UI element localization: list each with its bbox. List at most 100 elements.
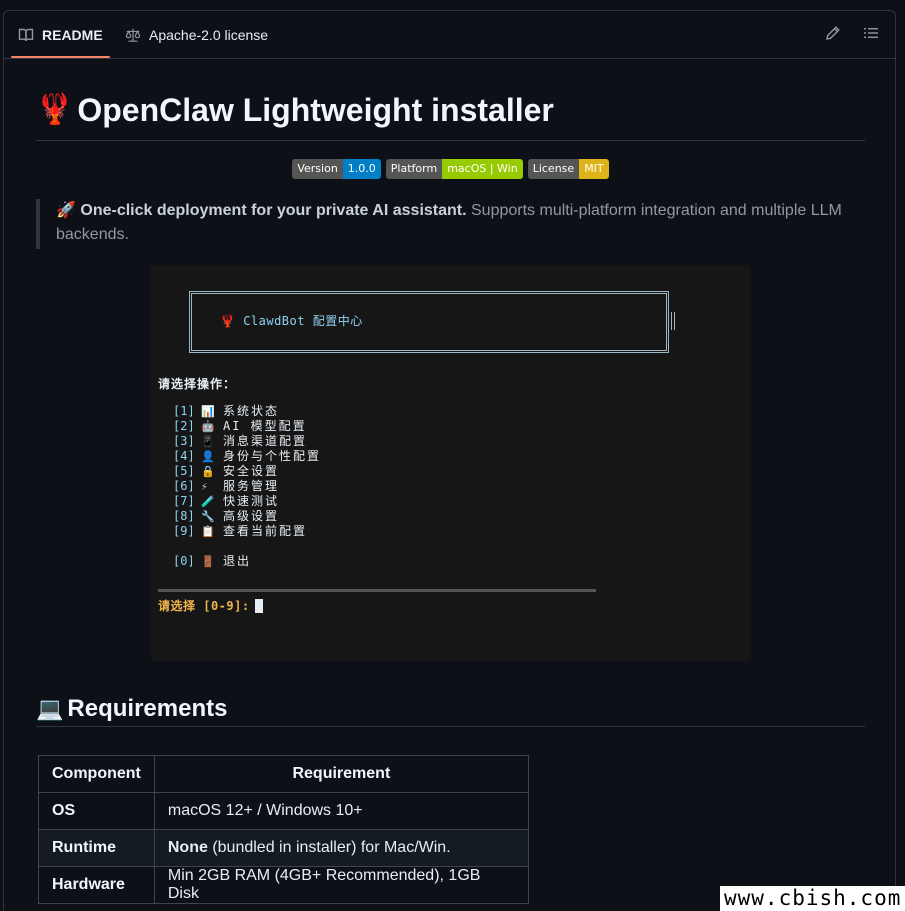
badge-label: License bbox=[527, 159, 580, 179]
terminal-menu: [1] 📊 系统状态 [2] 🤖 AI 模型配置 [3] 📱 消息渠道配置 [4] 👤 身份与个… bbox=[173, 404, 321, 569]
menu-item: [1] 📊 系统状态 bbox=[173, 404, 321, 419]
menu-item-label: 服务管理 bbox=[223, 479, 280, 493]
terminal-cursor bbox=[254, 598, 263, 613]
menu-item-number: [4] bbox=[173, 449, 195, 463]
readme-tabbar: README Apache-2.0 license bbox=[4, 11, 895, 59]
menu-item-label: 退出 bbox=[223, 554, 252, 568]
table-header-requirement: Requirement bbox=[153, 755, 529, 793]
table-cell-requirement: None (bundled in installer) for Mac/Win. bbox=[153, 829, 529, 867]
rocket-icon: 🚀 bbox=[56, 202, 76, 219]
clipboard-icon: 📋 bbox=[201, 525, 215, 538]
menu-item-number: [3] bbox=[173, 434, 195, 448]
table-row: OS macOS 12+ / Windows 10+ bbox=[38, 792, 529, 830]
requirement-text: Min 2GB RAM (4GB+ Recommended), 1GB Disk bbox=[167, 867, 481, 902]
terminal-screenshot: 🦞 ClawdBot 配置中心 请选择操作： [1] 📊 系统状态 [2] 🤖 AI 模… bbox=[151, 265, 751, 661]
table-header-component: Component bbox=[38, 755, 155, 793]
menu-item-number: [8] bbox=[173, 509, 195, 523]
menu-item-number: [1] bbox=[173, 404, 195, 418]
menu-item-number: [2] bbox=[173, 419, 195, 433]
menu-item: [5] 🔒 安全设置 bbox=[173, 464, 321, 479]
table-row: Runtime None (bundled in installer) for … bbox=[38, 829, 529, 867]
tab-license[interactable]: Apache-2.0 license bbox=[125, 11, 268, 59]
robot-icon: 🤖 bbox=[201, 420, 215, 433]
terminal-title-text: ClawdBot 配置中心 bbox=[243, 314, 363, 328]
lobster-icon: 🦞 bbox=[36, 93, 74, 126]
table-cell-requirement: macOS 12+ / Windows 10+ bbox=[153, 792, 529, 830]
table-cell-component: Hardware bbox=[38, 866, 155, 904]
laptop-icon: 💻 bbox=[36, 695, 64, 721]
lock-icon: 🔒 bbox=[201, 465, 215, 478]
menu-item: [2] 🤖 AI 模型配置 bbox=[173, 419, 321, 434]
page-title-text: OpenClaw Lightweight installer bbox=[77, 92, 554, 128]
lightning-icon: ⚡ bbox=[201, 480, 208, 493]
intro-blockquote: 🚀 One-click deployment for your private … bbox=[36, 199, 865, 249]
badge-value: 1.0.0 bbox=[342, 159, 381, 179]
menu-item: [7] 🧪 快速测试 bbox=[173, 494, 321, 509]
menu-item-number: [7] bbox=[173, 494, 195, 508]
table-cell-component: Runtime bbox=[38, 829, 155, 867]
test-tube-icon: 🧪 bbox=[201, 495, 215, 508]
person-icon: 👤 bbox=[201, 450, 215, 463]
table-header-row: Component Requirement bbox=[38, 755, 529, 793]
phone-icon: 📱 bbox=[201, 435, 215, 448]
table-row: Hardware Min 2GB RAM (4GB+ Recommended),… bbox=[38, 866, 529, 904]
readme-panel: README Apache-2.0 license 🦞 OpenClaw Lig… bbox=[3, 10, 896, 911]
requirements-heading-text: Requirements bbox=[67, 694, 228, 722]
door-icon: 🚪 bbox=[201, 555, 215, 568]
quote-bold-text: One-click deployment for your private AI… bbox=[80, 202, 467, 219]
active-tab-indicator bbox=[11, 56, 110, 58]
menu-item: [9] 📋 查看当前配置 bbox=[173, 524, 321, 539]
badge-value: MIT bbox=[579, 159, 609, 179]
menu-item: [6] ⚡ 服务管理 bbox=[173, 479, 321, 494]
menu-item: [3] 📱 消息渠道配置 bbox=[173, 434, 321, 449]
menu-item-exit: [0] 🚪 退出 bbox=[173, 554, 321, 569]
badge-row: Version 1.0.0 Platform macOS | Win Licen… bbox=[36, 159, 865, 179]
menu-item-label: 高级设置 bbox=[223, 509, 280, 523]
page-title: 🦞 OpenClaw Lightweight installer bbox=[36, 93, 865, 141]
menu-item-number: [5] bbox=[173, 464, 195, 478]
menu-item-label: 系统状态 bbox=[223, 404, 280, 418]
outline-button[interactable] bbox=[861, 25, 881, 45]
menu-item-label: 查看当前配置 bbox=[223, 524, 308, 538]
menu-item-label: AI 模型配置 bbox=[223, 419, 307, 433]
menu-item: [8] 🔧 高级设置 bbox=[173, 509, 321, 524]
scale-icon bbox=[125, 27, 141, 43]
tab-license-label: Apache-2.0 license bbox=[149, 27, 269, 43]
list-icon bbox=[863, 25, 879, 46]
version-badge[interactable]: Version 1.0.0 bbox=[292, 159, 381, 179]
menu-item-number: [6] bbox=[173, 479, 195, 493]
terminal-input-prompt: 请选择 [0-9]: bbox=[158, 597, 263, 614]
banner-border-fragment bbox=[671, 312, 675, 330]
badge-label: Platform bbox=[385, 159, 443, 179]
chart-icon: 📊 bbox=[201, 405, 215, 418]
menu-item-label: 安全设置 bbox=[223, 464, 280, 478]
lobster-icon: 🦞 bbox=[220, 314, 236, 328]
table-cell-requirement: Min 2GB RAM (4GB+ Recommended), 1GB Disk bbox=[153, 866, 529, 904]
terminal-input-label: 请选择 [0-9]: bbox=[158, 599, 250, 613]
badge-label: Version bbox=[292, 159, 343, 179]
book-icon bbox=[18, 27, 34, 43]
requirements-heading: 💻 Requirements bbox=[36, 691, 865, 727]
license-badge[interactable]: License MIT bbox=[527, 159, 609, 179]
menu-item-number: [9] bbox=[173, 524, 195, 538]
menu-item-number: [0] bbox=[173, 554, 195, 568]
requirement-text: macOS 12+ / Windows 10+ bbox=[167, 802, 363, 819]
table-cell-component: OS bbox=[38, 792, 155, 830]
requirement-bold: None bbox=[167, 839, 208, 856]
edit-button[interactable] bbox=[823, 25, 843, 45]
menu-item-label: 快速测试 bbox=[223, 494, 280, 508]
wrench-icon: 🔧 bbox=[201, 510, 215, 523]
terminal-banner: 🦞 ClawdBot 配置中心 bbox=[189, 291, 669, 353]
pencil-icon bbox=[825, 25, 841, 46]
platform-badge[interactable]: Platform macOS | Win bbox=[385, 159, 523, 179]
terminal-title: 🦞 ClawdBot 配置中心 bbox=[220, 312, 363, 329]
requirements-table: Component Requirement OS macOS 12+ / Win… bbox=[38, 755, 529, 904]
menu-item-label: 消息渠道配置 bbox=[223, 434, 308, 448]
menu-item-label: 身份与个性配置 bbox=[223, 449, 322, 463]
watermark: www.cbish.com bbox=[720, 886, 905, 911]
terminal-prompt-label: 请选择操作： bbox=[158, 377, 237, 391]
tab-readme-label: README bbox=[42, 27, 103, 43]
requirement-text: (bundled in installer) for Mac/Win. bbox=[207, 839, 451, 856]
terminal-separator bbox=[158, 589, 596, 592]
tab-readme[interactable]: README bbox=[18, 11, 103, 59]
